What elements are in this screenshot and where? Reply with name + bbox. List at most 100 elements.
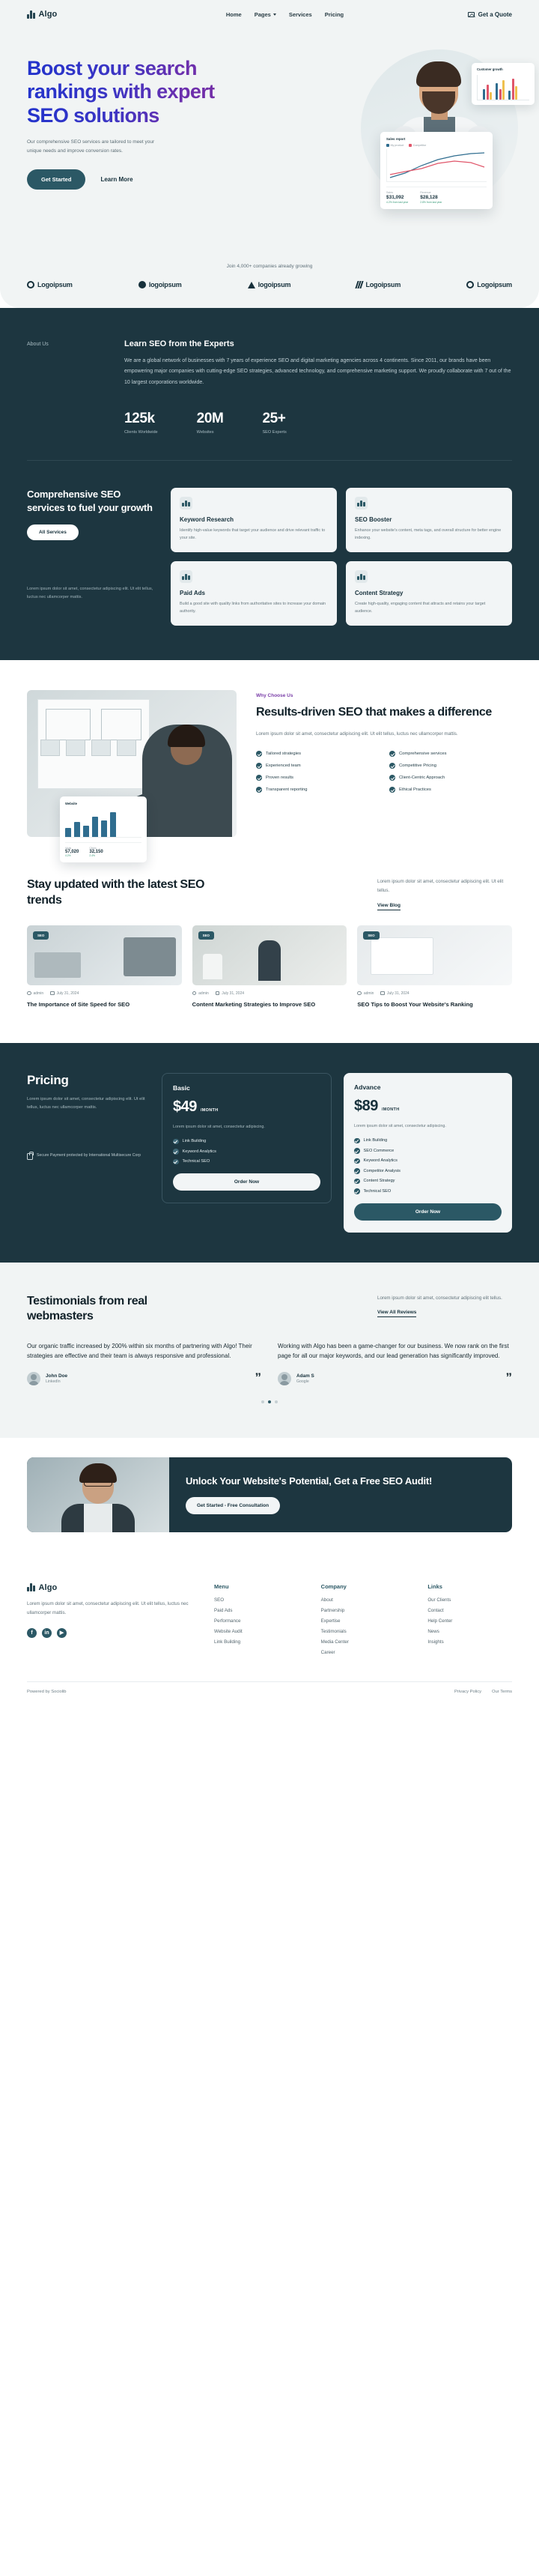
order-now-advance-button[interactable]: Order Now [354,1203,502,1221]
service-card[interactable]: SEO Booster Enhance your website's conte… [346,488,512,553]
stat-item: 125k Clients Worldwide [124,411,158,435]
list-item: Comprehensive services [389,750,512,757]
nav-item-pricing[interactable]: Pricing [325,11,344,18]
carousel-dot[interactable] [275,1400,278,1403]
stat-sales: Sales $31,092 4.2% from last year [386,191,409,204]
stat-item: 20M Websites [196,411,224,435]
footer-link[interactable]: SEO [214,1597,299,1603]
footer-link[interactable]: Media Center [321,1639,406,1645]
about-label: About Us [27,342,49,347]
post-author: admin [27,991,43,996]
youtube-icon[interactable]: ▶ [57,1627,67,1638]
list-item: Tailored strategies [256,750,379,757]
lock-icon [27,1151,34,1161]
post-tag: SEO [198,931,214,940]
terms-link[interactable]: Our Terms [492,1690,512,1694]
footer-link[interactable]: Paid Ads [214,1608,299,1613]
check-icon [173,1158,179,1165]
footer-link[interactable]: News [427,1629,512,1634]
partner-logo: Logoipsum [355,281,401,288]
testimonial-name: Adam S [296,1373,314,1379]
testimonials-section: Testimonials from real webmasters Lorem … [0,1262,539,1438]
growth-card-title: Customer growth [477,67,503,71]
chevron-down-icon [272,13,276,16]
footer-about: Lorem ipsum dolor sit amet, consectetur … [27,1600,189,1615]
post-author: admin [192,991,209,996]
plan-amount: $89 [354,1097,378,1114]
services-heading: Comprehensive SEO services to fuel your … [27,489,153,513]
hero-section: Boost your search rankings with expert S… [0,28,539,253]
nav-item-services[interactable]: Services [289,11,312,18]
blog-post-card[interactable]: SEO admin July 31, 2024 The Importance o… [27,925,182,1009]
pricing-heading: Pricing [27,1072,69,1087]
service-card[interactable]: Paid Ads Build a good site with quality … [171,561,337,626]
post-title: The Importance of Site Speed for SEO [27,1000,130,1008]
plan-feature: Technical SEO [354,1188,502,1194]
about-heading: Learn SEO from the Experts [124,339,234,348]
plan-desc: Lorem ipsum dolor sit amet, consectetur … [173,1124,265,1129]
chart-bar-icon [355,570,368,584]
footer-link[interactable]: Partnership [321,1608,406,1613]
footer-link[interactable]: Career [321,1650,406,1655]
all-services-button[interactable]: All Services [27,524,79,541]
blog-post-card[interactable]: SEO admin July 31, 2024 SEO Tips to Boos… [357,925,512,1009]
blog-post-card[interactable]: SEO admin July 31, 2024 Content Marketin… [192,925,347,1009]
service-card[interactable]: Content Strategy Create high-quality, en… [346,561,512,626]
cta-button[interactable]: Get Started - Free Consultation [186,1496,281,1514]
quote-icon: ” [255,1370,262,1385]
footer-link[interactable]: About [321,1597,406,1603]
footer-link[interactable]: Website Audit [214,1629,299,1634]
post-date: July 31, 2024 [215,991,244,996]
plan-desc: Lorem ipsum dolor sit amet, consectetur … [354,1123,446,1128]
sales-line-chart [386,149,487,182]
carousel-dot[interactable] [261,1400,264,1403]
zigzag-icon [355,281,365,288]
nav-item-pages[interactable]: Pages [255,11,276,18]
get-a-quote-button[interactable]: Get a Quote [467,11,512,18]
testimonial-card: Working with Algo has been a game-change… [278,1341,512,1385]
carousel-dot-active[interactable] [268,1400,271,1403]
logo-cloud-section: Join 4,000+ companies already growing Lo… [0,253,539,308]
list-item: Transparent reporting [256,786,379,793]
footer-link[interactable]: Expertise [321,1618,406,1624]
quote-icon: ” [505,1370,513,1385]
carousel-dots[interactable] [27,1400,512,1403]
stat-revenue: Revenue $28,128 2.8% from last year [420,191,442,204]
nav-label: Home [225,10,242,18]
list-item: Experienced team [256,762,379,769]
list-item: Client-Centric Approach [389,774,512,781]
brand-logo[interactable]: Algo [27,10,57,19]
blog-heading: Stay updated with the latest SEO trends [27,878,205,907]
pricing-paragraph: Lorem ipsum dolor sit amet, consectetur … [27,1096,145,1110]
stat-item: 25+ SEO Experts [262,411,287,435]
privacy-policy-link[interactable]: Privacy Policy [454,1690,481,1694]
plan-feature: SEO Commerce [354,1148,502,1154]
footer-link[interactable]: Help Center [427,1618,512,1624]
view-all-reviews-link[interactable]: View All Reviews [377,1310,417,1318]
why-choose-us-section: Website Visits 57,020 4.2% Clicks 32,150… [0,660,539,871]
footer-link[interactable]: Performance [214,1618,299,1624]
footer-link[interactable]: Insights [427,1639,512,1645]
nav-item-home[interactable]: Home [226,11,242,18]
learn-more-button[interactable]: Learn More [100,176,133,183]
footer-link[interactable]: Contact [427,1608,512,1613]
pricing-plan-basic: Basic $49 /MONTH Lorem ipsum dolor sit a… [162,1072,332,1204]
footer-link[interactable]: Testimonials [321,1629,406,1634]
order-now-basic-button[interactable]: Order Now [173,1173,320,1191]
chart-bar-icon [180,497,192,510]
check-icon [354,1188,360,1194]
brand-name: Algo [38,10,58,19]
check-icon [354,1148,360,1154]
facebook-icon[interactable]: f [27,1627,37,1638]
post-thumbnail: SEO [27,925,182,985]
linkedin-icon[interactable]: in [42,1627,52,1638]
view-blog-link[interactable]: View Blog [377,903,401,910]
footer-brand-logo[interactable]: Algo [27,1583,192,1592]
service-card[interactable]: Keyword Research Identify high-value key… [171,488,337,553]
plan-name: Basic [173,1083,190,1092]
footer-link[interactable]: Our Clients [427,1597,512,1603]
about-paragraph: We are a global network of businesses wi… [124,358,511,385]
get-started-button[interactable]: Get Started [27,169,86,190]
check-icon [354,1178,360,1185]
footer-link[interactable]: Link Building [214,1639,299,1645]
